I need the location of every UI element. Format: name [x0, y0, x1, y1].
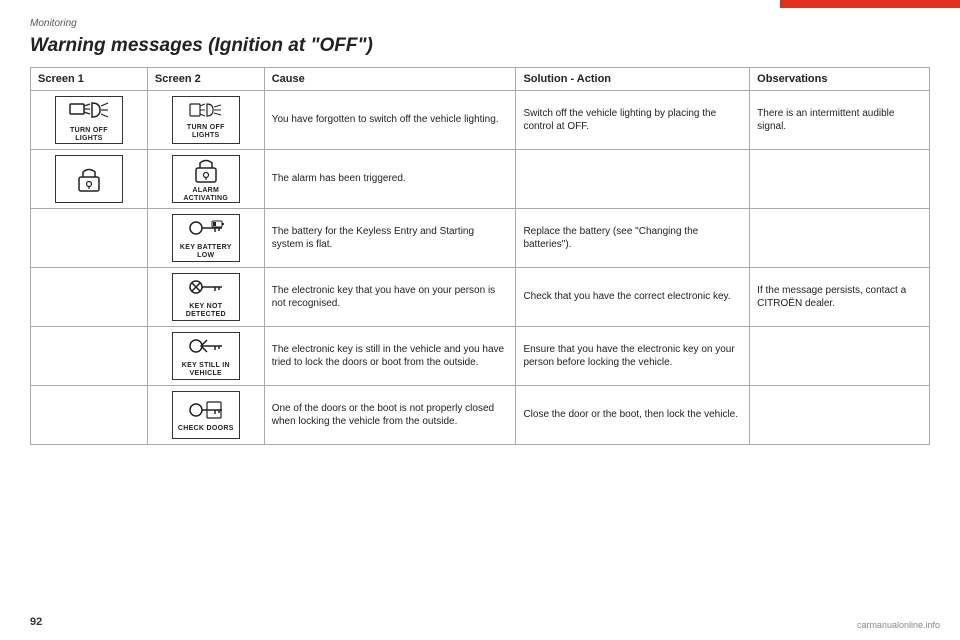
icon-box-alarm: [55, 155, 123, 203]
key-not-detected-icon: [187, 274, 225, 303]
turn-off-lights-small-icon: [189, 99, 223, 124]
turn-off-lights-icon: [68, 96, 110, 127]
icon-label: ALARM ACTIVATING: [176, 187, 236, 204]
icon-label: TURN OFF LIGHTS: [59, 127, 119, 144]
solution-cell: Switch off the vehicle lighting by placi…: [516, 91, 750, 150]
screen1-empty: [31, 386, 148, 445]
header-solution: Solution - Action: [516, 68, 750, 91]
screen-cell-turn-off-lights: TURN OFF LIGHTS: [31, 91, 148, 150]
page-number: 92: [30, 616, 42, 628]
icon-box-key-battery-low: KEY BATTERY LOW: [172, 214, 240, 262]
table-row: TURN OFF LIGHTS TURN OFF LIGHTS You have…: [31, 91, 930, 150]
check-doors-icon: [187, 397, 225, 426]
section-label: Monitoring: [30, 18, 930, 29]
observations-cell: [750, 327, 930, 386]
solution-cell: Replace the battery (see "Changing the b…: [516, 209, 750, 268]
icon-label: CHECK DOORS: [178, 425, 234, 433]
cause-cell: The alarm has been triggered.: [264, 150, 516, 209]
key-battery-low-icon: [187, 215, 225, 244]
screen1-empty: [31, 209, 148, 268]
screen-cell-alarm-activating: ALARM ACTIVATING: [147, 150, 264, 209]
key-still-in-vehicle-icon: [187, 333, 225, 362]
cause-cell: One of the doors or the boot is not prop…: [264, 386, 516, 445]
icon-label: KEY NOT DETECTED: [176, 303, 236, 320]
table-row: CHECK DOORS One of the doors or the boot…: [31, 386, 930, 445]
cause-cell: The electronic key that you have on your…: [264, 268, 516, 327]
header-screen2: Screen 2: [147, 68, 264, 91]
observations-cell: [750, 386, 930, 445]
header-cause: Cause: [264, 68, 516, 91]
cause-cell: The battery for the Keyless Entry and St…: [264, 209, 516, 268]
header-observations: Observations: [750, 68, 930, 91]
cause-cell: You have forgotten to switch off the veh…: [264, 91, 516, 150]
screen-cell-turn-off-lights-small: TURN OFF LIGHTS: [147, 91, 264, 150]
watermark: carmanualonline.info: [857, 620, 940, 630]
table-row: ALARM ACTIVATING The alarm has been trig…: [31, 150, 930, 209]
screen-cell-check-doors: CHECK DOORS: [147, 386, 264, 445]
solution-cell: Ensure that you have the electronic key …: [516, 327, 750, 386]
table-row: KEY BATTERY LOW The battery for the Keyl…: [31, 209, 930, 268]
screen-cell-key-still-in-vehicle: KEY STILL IN VEHICLE: [147, 327, 264, 386]
table-row: KEY NOT DETECTED The electronic key that…: [31, 268, 930, 327]
icon-label: TURN OFF LIGHTS: [176, 124, 236, 141]
icon-label: KEY STILL IN VEHICLE: [176, 362, 236, 379]
icon-box-key-still-in-vehicle: KEY STILL IN VEHICLE: [172, 332, 240, 380]
icon-box-key-not-detected: KEY NOT DETECTED: [172, 273, 240, 321]
header-screen1: Screen 1: [31, 68, 148, 91]
solution-cell: [516, 150, 750, 209]
observations-cell: If the message persists, contact a CITRO…: [750, 268, 930, 327]
observations-cell: [750, 209, 930, 268]
observations-cell: [750, 150, 930, 209]
icon-box-turn-off-lights-small: TURN OFF LIGHTS: [172, 96, 240, 144]
screen1-empty: [31, 268, 148, 327]
icon-box-check-doors: CHECK DOORS: [172, 391, 240, 439]
page-title: Warning messages (Ignition at "OFF"): [30, 35, 930, 57]
cause-cell: The electronic key is still in the vehic…: [264, 327, 516, 386]
icon-box-alarm-activating: ALARM ACTIVATING: [172, 155, 240, 203]
screen-cell-alarm: [31, 150, 148, 209]
solution-cell: Check that you have the correct electron…: [516, 268, 750, 327]
alarm-activating-icon: [188, 154, 224, 187]
warning-table: Screen 1 Screen 2 Cause Solution - Actio…: [30, 67, 930, 445]
solution-cell: Close the door or the boot, then lock th…: [516, 386, 750, 445]
observations-cell: There is an intermittent audible signal.: [750, 91, 930, 150]
table-row: KEY STILL IN VEHICLE The electronic key …: [31, 327, 930, 386]
icon-label: KEY BATTERY LOW: [176, 244, 236, 261]
screen-cell-key-not-detected: KEY NOT DETECTED: [147, 268, 264, 327]
screen-cell-key-battery-low: KEY BATTERY LOW: [147, 209, 264, 268]
red-bar: [780, 0, 960, 8]
screen1-empty: [31, 327, 148, 386]
alarm-icon: [71, 163, 107, 196]
icon-box-turn-off-lights: TURN OFF LIGHTS: [55, 96, 123, 144]
